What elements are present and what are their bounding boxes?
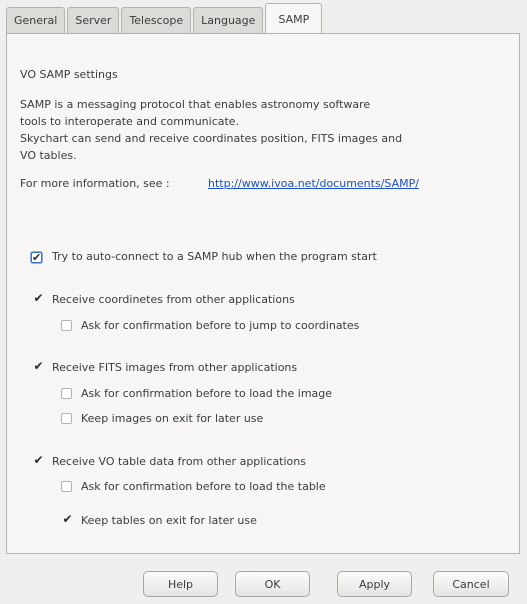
keep-images-checkbox[interactable] [61, 413, 72, 424]
description-line: tools to interoperate and communicate. [20, 115, 240, 128]
ok-button[interactable]: OK [235, 571, 310, 597]
receive-coordinates-checkbox[interactable]: ✔ [33, 292, 44, 304]
confirm-coordinates-label[interactable]: Ask for confirmation before to jump to c… [81, 319, 359, 332]
description-text: SAMP is a messaging protocol that enable… [20, 96, 402, 164]
tab-samp[interactable]: SAMP [265, 3, 323, 34]
cancel-button[interactable]: Cancel [433, 571, 509, 597]
confirm-fits-checkbox[interactable] [61, 388, 72, 399]
section-title: VO SAMP settings [20, 68, 118, 81]
receive-vo-table-label[interactable]: Receive VO table data from other applica… [52, 455, 306, 468]
confirm-table-label[interactable]: Ask for confirmation before to load the … [81, 480, 326, 493]
tab-telescope[interactable]: Telescope [121, 7, 192, 33]
keep-tables-label[interactable]: Keep tables on exit for later use [81, 514, 257, 527]
samp-docs-link[interactable]: http://www.ivoa.net/documents/SAMP/ [208, 177, 419, 190]
more-info-label: For more information, see : [20, 177, 170, 190]
keep-tables-checkbox[interactable]: ✔ [62, 513, 73, 525]
receive-fits-checkbox[interactable]: ✔ [33, 360, 44, 372]
receive-coordinates-label[interactable]: Receive coordinetes from other applicati… [52, 293, 295, 306]
description-line: SAMP is a messaging protocol that enable… [20, 98, 371, 111]
confirm-table-checkbox[interactable] [61, 481, 72, 492]
confirm-fits-label[interactable]: Ask for confirmation before to load the … [81, 387, 332, 400]
keep-images-label[interactable]: Keep images on exit for later use [81, 412, 263, 425]
dialog-button-bar: Help OK Apply Cancel [0, 560, 527, 604]
tab-server[interactable]: Server [67, 7, 120, 33]
description-line: VO tables. [20, 149, 77, 162]
apply-button[interactable]: Apply [337, 571, 412, 597]
receive-vo-table-checkbox[interactable]: ✔ [33, 454, 44, 466]
tab-language[interactable]: Language [193, 7, 264, 33]
auto-connect-label[interactable]: Try to auto-connect to a SAMP hub when t… [52, 250, 377, 263]
tab-general[interactable]: General [6, 7, 66, 33]
auto-connect-checkbox[interactable]: ✔ [31, 252, 42, 263]
help-button[interactable]: Help [143, 571, 218, 597]
receive-fits-label[interactable]: Receive FITS images from other applicati… [52, 361, 297, 374]
confirm-coordinates-checkbox[interactable] [61, 320, 72, 331]
description-line: Skychart can send and receive coordinate… [20, 132, 403, 145]
tab-bar: General Server Telescope Language SAMP [6, 0, 324, 34]
